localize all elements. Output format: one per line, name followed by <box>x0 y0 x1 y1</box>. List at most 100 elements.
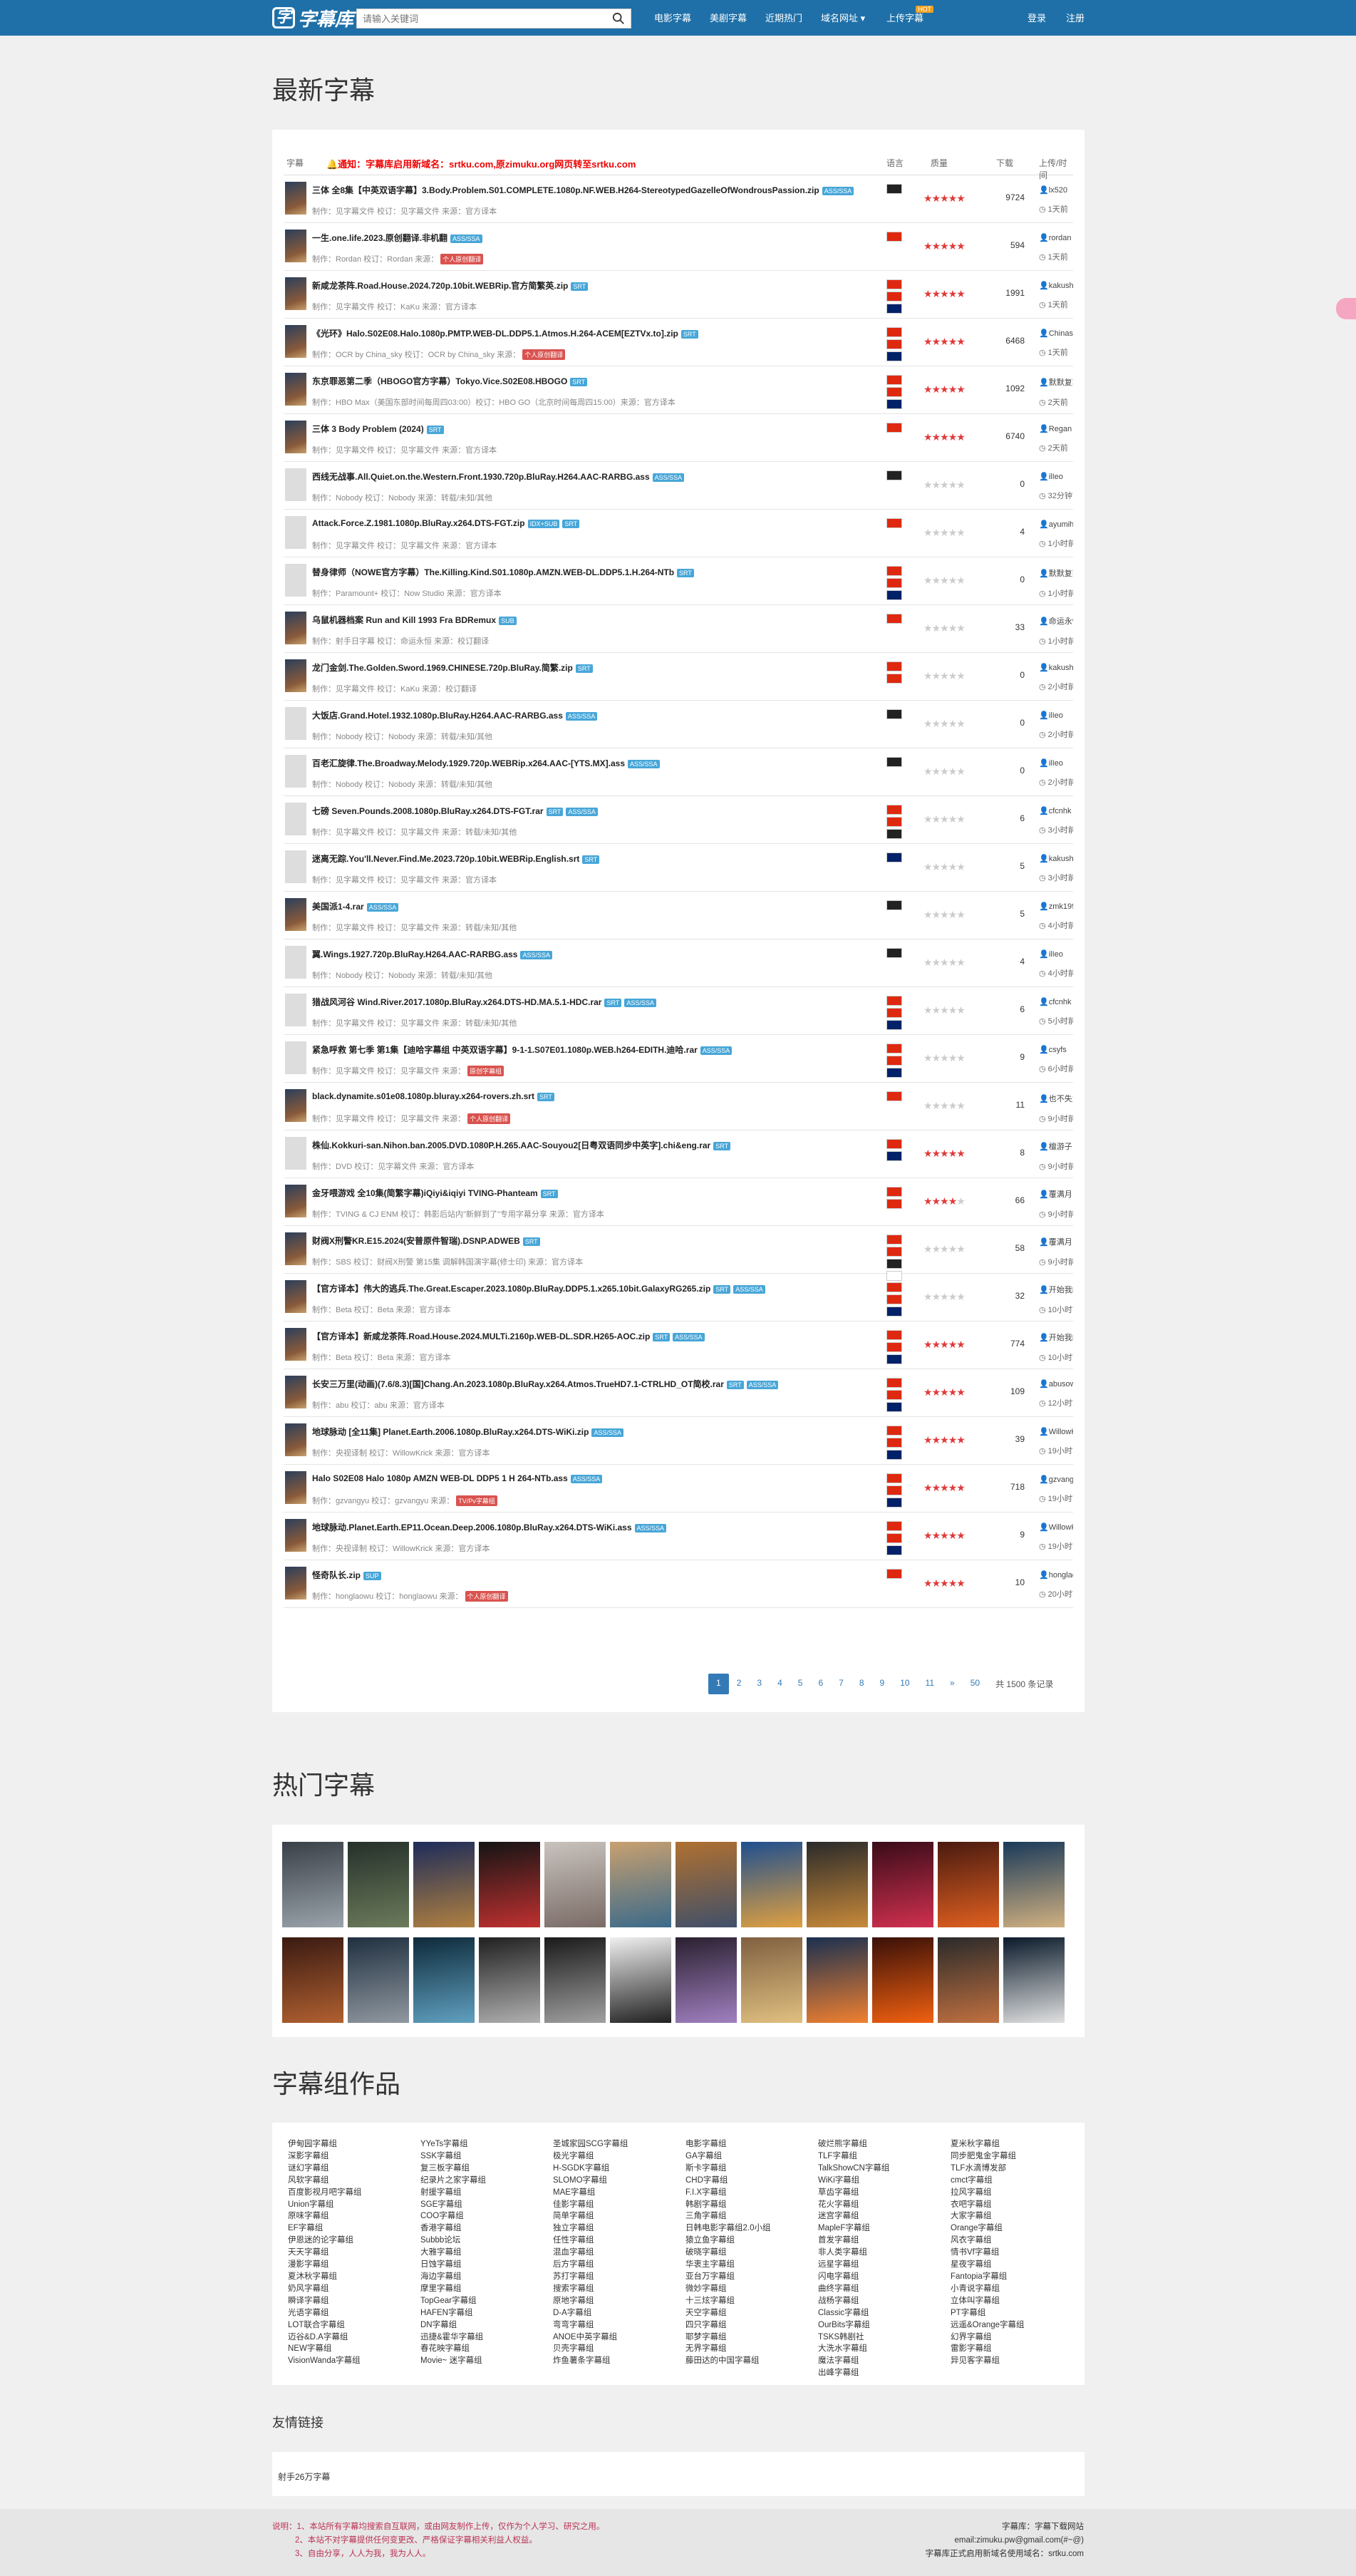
subtitle-title-link[interactable]: 新咸龙茶阵.Road.House.2024.720p.10bit.WEBRip.… <box>312 279 589 292</box>
poster-thumbnail[interactable] <box>285 1471 306 1504</box>
page-link[interactable]: 5 <box>790 1674 811 1694</box>
uploader[interactable]: 👤cfcnhk ◷ 3小时前 <box>1039 806 1073 835</box>
uploader[interactable]: 👤abusow◷ 12小时前 <box>1039 1379 1073 1408</box>
uploader[interactable]: 👤檀游子 ◷ 9小时前 <box>1039 1140 1073 1172</box>
group-link[interactable]: 同步肥鬼金字幕组 <box>951 2150 1083 2163</box>
group-link[interactable]: 后方字幕组 <box>553 2259 685 2271</box>
subtitle-title-link[interactable]: 东京罪恶第二季（HBOGO官方字幕）Tokyo.Vice.S02E08.HBOG… <box>312 375 588 387</box>
group-link[interactable]: 草齿字幕组 <box>818 2187 951 2199</box>
poster-thumbnail[interactable] <box>285 1280 306 1313</box>
poster-thumbnail[interactable] <box>285 230 306 262</box>
group-link[interactable]: 光语字幕组 <box>288 2307 420 2319</box>
uploader[interactable]: 👤lx520 ◷ 1天前 <box>1039 185 1073 215</box>
poster-thumbnail[interactable] <box>285 564 306 597</box>
subtitle-title-link[interactable]: 紧急呼救 第七季 第1集【迪哈字幕组 中英双语字幕】9-1-1.S07E01.1… <box>312 1044 733 1056</box>
group-link[interactable]: 弯弯字幕组 <box>553 2319 685 2332</box>
uploader[interactable]: 👤ilIeo ◷ 4小时前 <box>1039 949 1073 979</box>
group-link[interactable]: 伊甸园字幕组 <box>288 2138 420 2150</box>
group-link[interactable]: 复三板字幕组 <box>420 2163 553 2175</box>
uploader[interactable]: 👤WillowKrick◷ 19小时前 <box>1039 1523 1073 1552</box>
group-link[interactable]: 情书Vf字幕组 <box>951 2247 1083 2259</box>
group-link[interactable]: 大洗水字幕组 <box>818 2343 951 2355</box>
group-link[interactable]: 原味字幕组 <box>288 2210 420 2222</box>
poster-thumbnail[interactable] <box>285 994 306 1026</box>
hot-poster[interactable] <box>348 1842 409 1927</box>
group-link[interactable]: 苏打字幕组 <box>553 2271 685 2283</box>
group-link[interactable]: 原地字幕组 <box>553 2295 685 2307</box>
group-link[interactable]: 非人类字幕组 <box>818 2247 951 2259</box>
subtitle-title-link[interactable]: 金牙喂游戏 全10集(简繁字幕)iQiyi&iqiyi TVING-Phante… <box>312 1187 558 1199</box>
group-link[interactable]: 无界字幕组 <box>685 2343 818 2355</box>
group-link[interactable]: Fantopia字幕组 <box>951 2271 1083 2283</box>
uploader[interactable]: 👤也不失为一◷ 9小时前 <box>1039 1093 1073 1124</box>
hot-poster[interactable] <box>479 1937 540 2023</box>
nav-domains-dropdown[interactable]: 域名网址 ▾ <box>821 11 865 24</box>
hot-poster[interactable] <box>807 1937 868 2023</box>
poster-thumbnail[interactable] <box>285 755 306 788</box>
group-link[interactable]: 风衣字幕组 <box>951 2235 1083 2247</box>
hot-poster[interactable] <box>1003 1937 1065 2023</box>
table-row[interactable]: 猎战风河谷 Wind.River.2017.1080p.BluRay.x264.… <box>284 987 1073 1035</box>
uploader[interactable]: 👤ilIeo ◷ 2小时前 <box>1039 758 1073 788</box>
search-icon[interactable] <box>612 12 625 25</box>
subtitle-title-link[interactable]: 三体 全8集【中英双语字幕】3.Body.Problem.S01.COMPLET… <box>312 184 854 196</box>
group-link[interactable]: VisionWanda字幕组 <box>288 2355 420 2367</box>
group-link[interactable]: 战杨字幕组 <box>818 2295 951 2307</box>
group-link[interactable]: MapleF字幕组 <box>818 2222 951 2235</box>
page-link[interactable]: 8 <box>852 1674 872 1694</box>
uploader[interactable]: 👤Chinasky◷ 1天前 <box>1039 329 1073 358</box>
domain-notice[interactable]: 🔔通知：字幕库启用新域名：srtku.com,原zimuku.org网页转至sr… <box>326 157 636 170</box>
group-link[interactable]: 首发字幕组 <box>818 2235 951 2247</box>
group-link[interactable]: OurBits字幕组 <box>818 2319 951 2332</box>
group-link[interactable]: 破晓字幕组 <box>685 2247 818 2259</box>
group-link[interactable]: SLOMO字幕组 <box>553 2175 685 2187</box>
table-row[interactable]: 西线无战事.All.Quiet.on.the.Western.Front.193… <box>284 462 1073 510</box>
group-link[interactable]: 百度影视月吧字幕组 <box>288 2187 420 2199</box>
poster-thumbnail[interactable] <box>285 1328 306 1361</box>
nav-tv-subs[interactable]: 美剧字幕 <box>710 11 747 24</box>
hot-poster[interactable] <box>413 1937 475 2023</box>
subtitle-title-link[interactable]: 地球脉动 [全11集] Planet.Earth.2006.1080p.BluR… <box>312 1426 623 1438</box>
uploader[interactable]: 👤zmk1999◷ 4小时前 <box>1039 902 1073 931</box>
hot-poster[interactable] <box>544 1842 606 1927</box>
group-link[interactable]: 大家字幕组 <box>951 2210 1083 2222</box>
uploader[interactable]: 👤kakushou◷ 2小时前 <box>1039 663 1073 692</box>
table-row[interactable]: Attack.Force.Z.1981.1080p.BluRay.x264.DT… <box>284 510 1073 557</box>
poster-thumbnail[interactable] <box>285 612 306 644</box>
uploader[interactable]: 👤gzvangyu◷ 19小时前 <box>1039 1475 1073 1504</box>
group-link[interactable]: 藤田达的中国字幕组 <box>685 2355 818 2367</box>
group-link[interactable]: 伊恩迷的论字幕组 <box>288 2235 420 2247</box>
group-link[interactable]: 漫影字幕组 <box>288 2259 420 2271</box>
poster-thumbnail[interactable] <box>285 707 306 740</box>
group-link[interactable]: 混血字幕组 <box>553 2247 685 2259</box>
subtitle-title-link[interactable]: 龙门金剑.The.Golden.Sword.1969.CHINESE.720p.… <box>312 661 593 674</box>
group-link[interactable]: PT字幕组 <box>951 2307 1083 2319</box>
table-row[interactable]: 大饭店.Grand.Hotel.1932.1080p.BluRay.H264.A… <box>284 701 1073 748</box>
group-link[interactable]: ANOE中英字幕组 <box>553 2332 685 2344</box>
group-link[interactable]: 闪电字幕组 <box>818 2271 951 2283</box>
poster-thumbnail[interactable] <box>285 1519 306 1552</box>
hot-poster[interactable] <box>479 1842 540 1927</box>
group-link[interactable]: 独立字幕组 <box>553 2222 685 2235</box>
group-link[interactable]: 佳影字幕组 <box>553 2199 685 2211</box>
group-link[interactable]: 斯卡字幕组 <box>685 2163 818 2175</box>
group-link[interactable]: 迈谷&D.A字幕组 <box>288 2332 420 2344</box>
group-link[interactable]: 迷宫字幕组 <box>818 2210 951 2222</box>
group-link[interactable]: 迅捷&霍华字幕组 <box>420 2332 553 2344</box>
group-link[interactable]: CHD字幕组 <box>685 2175 818 2187</box>
table-row[interactable]: 百老汇旋律.The.Broadway.Melody.1929.720p.WEBR… <box>284 748 1073 796</box>
group-link[interactable]: cmct字幕组 <box>951 2175 1083 2187</box>
subtitle-title-link[interactable]: 地球脉动.Planet.Earth.EP11.Ocean.Deep.2006.1… <box>312 1521 667 1533</box>
poster-thumbnail[interactable] <box>285 1376 306 1408</box>
group-link[interactable]: LOT联合字幕组 <box>288 2319 420 2332</box>
group-link[interactable]: SGE字幕组 <box>420 2199 553 2211</box>
hot-poster[interactable] <box>872 1937 933 2023</box>
group-link[interactable]: 韩剧字幕组 <box>685 2199 818 2211</box>
group-link[interactable]: F.I.X字幕组 <box>685 2187 818 2199</box>
table-row[interactable]: 替身律师（NOWE官方字幕）The.Killing.Kind.S01.1080p… <box>284 557 1073 605</box>
uploader[interactable]: 👤覆满月 ◷ 9小时前 <box>1039 1188 1073 1220</box>
page-link[interactable]: 11 <box>918 1674 942 1694</box>
group-link[interactable]: 幻界字幕组 <box>951 2332 1083 2344</box>
table-row[interactable]: 地球脉动 [全11集] Planet.Earth.2006.1080p.BluR… <box>284 1417 1073 1465</box>
group-link[interactable]: 微妙字幕组 <box>685 2283 818 2295</box>
